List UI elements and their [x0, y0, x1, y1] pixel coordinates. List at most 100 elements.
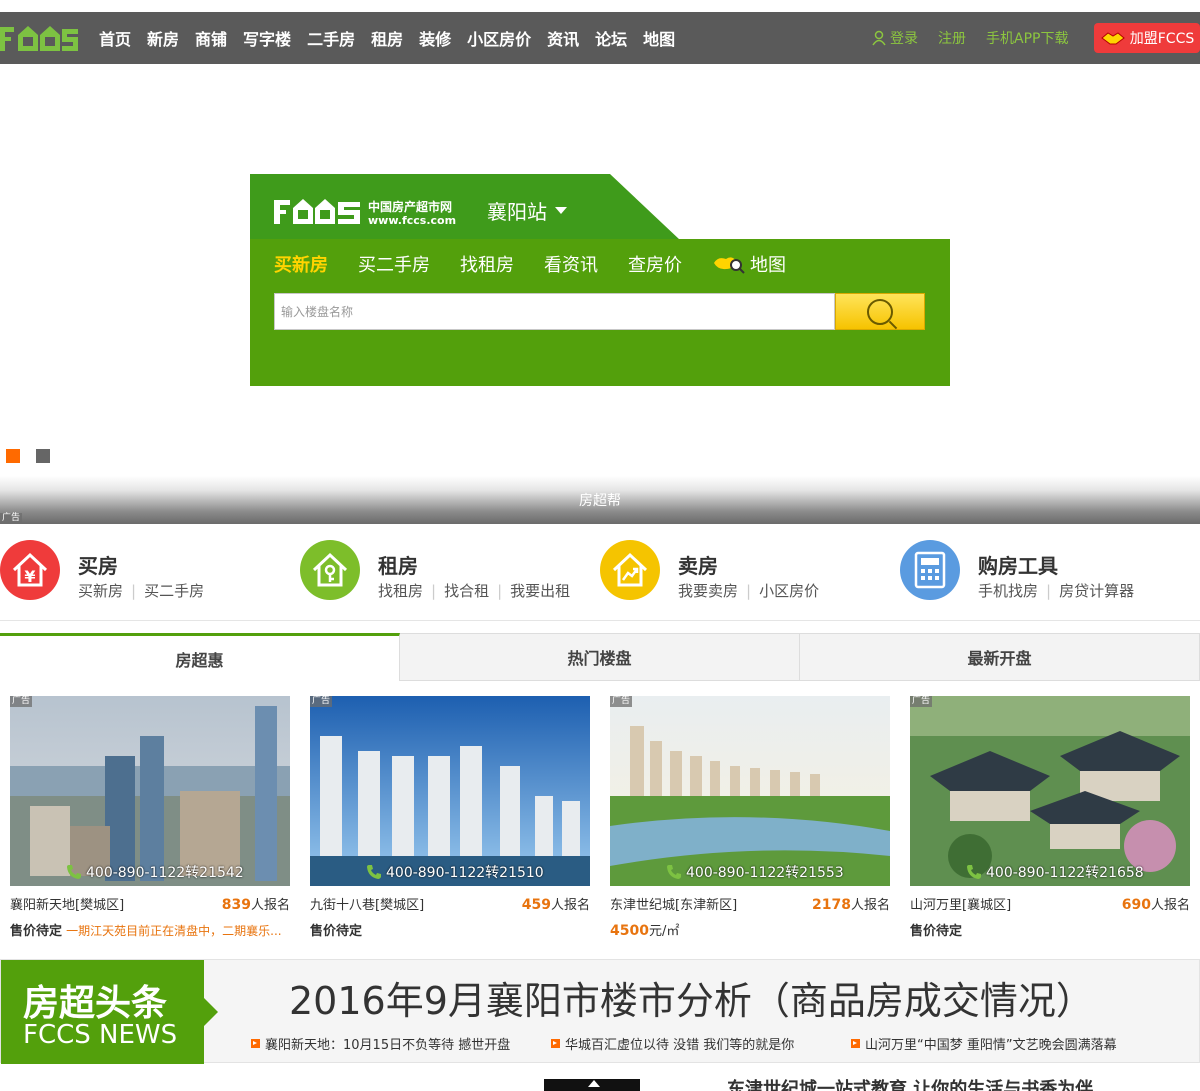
service-sell[interactable]: 卖房 我要卖房 小区房价: [600, 540, 900, 602]
tab-hot-listings[interactable]: 热门楼盘: [400, 633, 800, 681]
price-status: 售价待定: [10, 924, 63, 939]
app-download-link[interactable]: 手机APP下载: [986, 28, 1068, 48]
phone-icon: [67, 865, 81, 879]
ad-tag: 广告: [0, 513, 23, 524]
signup-count: 690: [1121, 897, 1151, 913]
user-icon: [872, 30, 886, 46]
nav-shops[interactable]: 商铺: [195, 26, 227, 50]
service-link[interactable]: 小区房价: [738, 580, 819, 601]
listing-name[interactable]: 山河万里[襄城区]: [910, 898, 1011, 913]
tab-map[interactable]: 地图: [712, 251, 786, 277]
carousel-dot-2[interactable]: [36, 449, 50, 463]
listing-card[interactable]: 广告 400-890-1122转21553 东津世纪城[东津新区] 2178人报…: [610, 696, 890, 939]
service-link[interactable]: 找租房: [378, 580, 423, 601]
carousel-dot-1[interactable]: [6, 449, 20, 463]
service-link[interactable]: 我要出租: [489, 580, 570, 601]
nav-community-prices[interactable]: 小区房价: [467, 26, 531, 50]
news-link[interactable]: 华城百汇虚位以待 没错 我们等的就是你: [565, 1034, 794, 1053]
tab-map-label: 地图: [750, 255, 786, 276]
service-rent[interactable]: 租房 找租房 找合租 我要出租: [300, 540, 600, 602]
tab-find-rent[interactable]: 找租房: [460, 251, 514, 277]
news-headline[interactable]: 2016年9月襄阳市楼市分析（商品房成交情况）: [289, 970, 1094, 1025]
services-row: ¥ 买房 买新房 买二手房 租房 找租房 找合租 我要出租 卖房 我要卖房 小区…: [0, 540, 1200, 620]
phone-icon: [667, 865, 681, 879]
nav-forum[interactable]: 论坛: [595, 26, 627, 50]
ad-tag: 广告: [10, 696, 33, 707]
service-link[interactable]: 找合租: [423, 580, 489, 601]
nav-news[interactable]: 资讯: [547, 26, 579, 50]
tab-news[interactable]: 看资讯: [544, 251, 598, 277]
listing-card[interactable]: 广告 400-890-1122转21658 山河万里[襄城区] 690人报名 售…: [910, 696, 1190, 939]
news-item[interactable]: 襄阳新天地：10月15日不负等待 撼世开盘: [251, 1034, 510, 1053]
nav-second-hand[interactable]: 二手房: [307, 26, 355, 50]
listing-name[interactable]: 九街十八巷[樊城区]: [310, 898, 424, 913]
key-house-icon: [300, 540, 360, 600]
service-link[interactable]: 买新房: [78, 580, 123, 601]
ad-tag: 广告: [910, 696, 933, 707]
service-link[interactable]: 手机找房: [978, 580, 1038, 601]
service-title: 租房: [378, 554, 418, 578]
city-selector[interactable]: 襄阳站: [487, 196, 567, 225]
service-link[interactable]: 我要卖房: [678, 580, 738, 601]
price-status: 售价待定: [910, 924, 963, 939]
login-label: 登录: [890, 31, 918, 47]
register-link[interactable]: 注册: [938, 28, 966, 48]
nav-new-homes[interactable]: 新房: [147, 26, 179, 50]
service-link[interactable]: 房贷计算器: [1038, 580, 1134, 601]
service-buy[interactable]: ¥ 买房 买新房 买二手房: [0, 540, 300, 602]
listing-phone: 400-890-1122转21510: [366, 862, 544, 882]
listing-image[interactable]: 广告 400-890-1122转21542: [10, 696, 290, 886]
listing-note: 一期江天苑目前正在清盘中，二期襄乐...: [66, 924, 282, 938]
listing-name[interactable]: 襄阳新天地[樊城区]: [10, 898, 124, 913]
join-label: 加盟FCCS: [1129, 31, 1195, 47]
news-item[interactable]: 华城百汇虚位以待 没错 我们等的就是你: [551, 1034, 794, 1053]
svg-text:¥: ¥: [24, 567, 35, 586]
listing-name[interactable]: 东津世纪城[东津新区]: [610, 898, 737, 913]
login-link[interactable]: 登录: [872, 28, 918, 48]
tab-discounts[interactable]: 房超惠: [0, 633, 400, 681]
arrow-icon: [251, 1039, 260, 1048]
listing-card[interactable]: 广告 400-890-1122转21542 襄阳新天地[樊城区] 839人报名 …: [10, 696, 290, 939]
nav-home[interactable]: 首页: [99, 26, 131, 50]
news-link[interactable]: 山河万里“中国梦 重阳情”文艺晚会圆满落幕: [865, 1034, 1117, 1053]
search-button[interactable]: [835, 293, 925, 330]
news-section: 房超头条 FCCS NEWS 2016年9月襄阳市楼市分析（商品房成交情况） 襄…: [0, 959, 1200, 1064]
phone-number: 400-890-1122转21553: [686, 865, 844, 881]
arrow-icon: [551, 1039, 560, 1048]
listing-image[interactable]: 广告 400-890-1122转21510: [310, 696, 590, 886]
price-unit: 元/㎡: [648, 924, 680, 939]
service-title: 购房工具: [978, 554, 1058, 578]
listing-card[interactable]: 广告 400-890-1122转21510 九街十八巷[樊城区] 459人报名 …: [310, 696, 590, 939]
nav-decoration[interactable]: 装修: [419, 26, 451, 50]
article-title[interactable]: 东津世纪城一站式教育 让你的生活与书香为伴: [727, 1075, 1093, 1091]
news-item[interactable]: 山河万里“中国梦 重阳情”文艺晚会圆满落幕: [851, 1034, 1117, 1053]
search-input[interactable]: [274, 293, 835, 330]
news-link[interactable]: 襄阳新天地：10月15日不负等待 撼世开盘: [265, 1034, 510, 1053]
search-icon: [867, 298, 893, 325]
tab-new-openings[interactable]: 最新开盘: [800, 633, 1200, 681]
calculator-icon: [900, 540, 960, 600]
listing-image[interactable]: 广告 400-890-1122转21658: [910, 696, 1190, 886]
scroll-up-tab[interactable]: [544, 1079, 640, 1091]
tab-buy-new[interactable]: 买新房: [274, 251, 328, 277]
phone-icon: [967, 865, 981, 879]
service-link[interactable]: 买二手房: [123, 580, 204, 601]
nav-map[interactable]: 地图: [643, 26, 675, 50]
tab-prices[interactable]: 查房价: [628, 251, 682, 277]
fccs-logo[interactable]: [0, 19, 80, 57]
main-nav: 首页 新房 商铺 写字楼 二手房 租房 装修 小区房价 资讯 论坛 地图: [99, 12, 691, 64]
arrow-icon: [851, 1039, 860, 1048]
phone-number: 400-890-1122转21658: [986, 865, 1144, 881]
nav-rent[interactable]: 租房: [371, 26, 403, 50]
service-tools[interactable]: 购房工具 手机找房 房贷计算器: [900, 540, 1200, 602]
signup-count: 839: [221, 897, 251, 913]
banner-strip[interactable]: 房超帮: [0, 476, 1200, 524]
listing-image[interactable]: 广告 400-890-1122转21553: [610, 696, 890, 886]
join-button[interactable]: 加盟FCCS: [1094, 23, 1200, 53]
city-label: 襄阳站: [487, 200, 547, 224]
listing-phone: 400-890-1122转21658: [966, 862, 1144, 882]
nav-offices[interactable]: 写字楼: [243, 26, 291, 50]
signup-suffix: 人报名: [550, 898, 590, 913]
tab-buy-second-hand[interactable]: 买二手房: [358, 251, 430, 277]
signup-suffix: 人报名: [850, 898, 890, 913]
